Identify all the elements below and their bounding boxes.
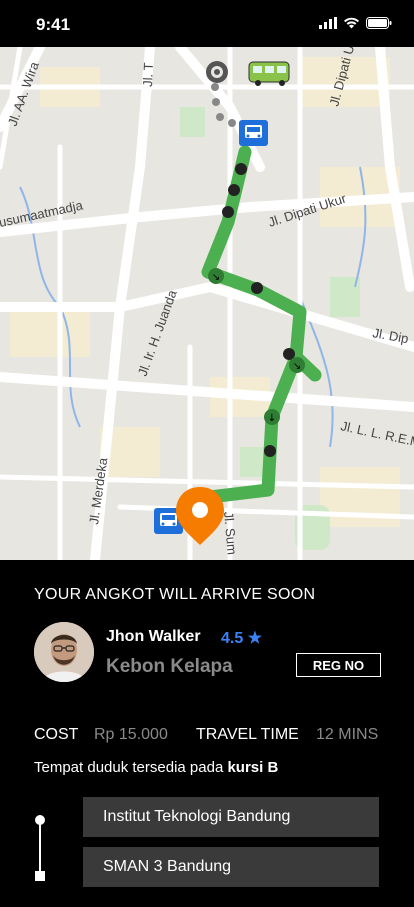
svg-text:↘: ↘ <box>293 361 301 372</box>
signal-icon <box>319 17 337 29</box>
destination-stop[interactable]: SMAN 3 Bandung <box>83 847 379 887</box>
arrival-panel: YOUR ANGKOT WILL ARRIVE SOON Jhon Walker… <box>0 560 414 907</box>
origin-stop[interactable]: Institut Teknologi Bandung <box>83 797 379 837</box>
reg-no-button[interactable]: REG NO <box>296 653 381 677</box>
driver-avatar <box>34 622 94 682</box>
svg-text:↘: ↘ <box>212 272 220 283</box>
arrival-headline: YOUR ANGKOT WILL ARRIVE SOON <box>34 586 316 603</box>
status-icons <box>319 17 392 29</box>
battery-icon <box>366 17 392 29</box>
travel-time-label: TRAVEL TIME <box>196 726 299 743</box>
svg-text:↓: ↓ <box>268 413 276 424</box>
street-label: Jl. T <box>140 62 156 87</box>
route-timeline-icon <box>35 815 45 881</box>
seat-highlight: kursi B <box>227 759 279 776</box>
wifi-icon <box>344 17 359 29</box>
current-location-icon <box>206 61 228 83</box>
status-time: 9:41 <box>36 15 71 34</box>
route-map[interactable]: Jl. T Jl. AA. Wira Jl. Dipati Ukur Jl. D… <box>0 47 414 560</box>
driver-rating: 4.5 ★ <box>221 630 263 647</box>
map-canvas[interactable]: Jl. T Jl. AA. Wira Jl. Dipati Ukur Jl. D… <box>0 47 414 560</box>
seat-text: Tempat duduk tersedia pada <box>34 759 228 776</box>
status-bar: 9:41 <box>0 0 414 47</box>
bus-stop-icon[interactable] <box>239 120 268 146</box>
driver-name: Jhon Walker <box>106 628 201 645</box>
angkot-vehicle-icon <box>248 61 290 86</box>
seat-availability: Tempat duduk tersedia pada kursi B <box>34 759 278 776</box>
cost-value: Rp 15.000 <box>94 726 168 743</box>
angkot-route-name: Kebon Kelapa <box>106 656 233 677</box>
travel-time-value: 12 MINS <box>316 726 379 743</box>
cost-label: COST <box>34 726 79 743</box>
